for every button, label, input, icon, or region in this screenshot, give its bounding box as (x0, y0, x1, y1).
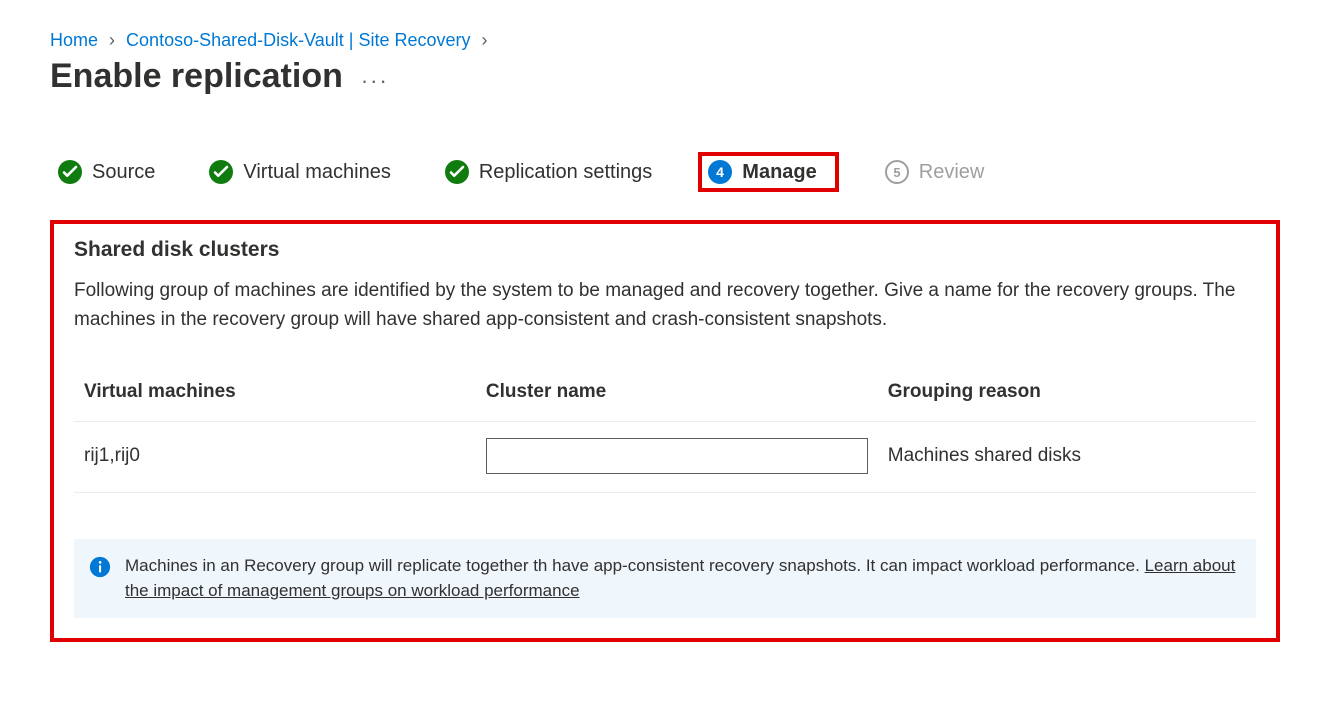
cluster-name-input[interactable] (486, 438, 868, 474)
tab-label: Source (92, 161, 155, 184)
tab-label: Virtual machines (243, 161, 390, 184)
breadcrumb: Home › Contoso-Shared-Disk-Vault | Site … (50, 30, 1280, 51)
tab-source[interactable]: Source (50, 156, 163, 188)
column-header-vm: Virtual machines (74, 381, 476, 422)
table-row: rij1,rij0 Machines shared disks (74, 421, 1256, 492)
tab-label: Manage (742, 161, 816, 184)
breadcrumb-home[interactable]: Home (50, 30, 98, 50)
cell-vm: rij1,rij0 (74, 421, 476, 492)
column-header-cluster: Cluster name (476, 381, 878, 422)
column-header-reason: Grouping reason (878, 381, 1256, 422)
panel-heading: Shared disk clusters (74, 238, 1256, 262)
info-banner: Machines in an Recovery group will repli… (74, 539, 1256, 618)
wizard-tabs: Source Virtual machines Replication sett… (50, 152, 1280, 192)
tab-label: Review (919, 161, 985, 184)
info-text: Machines in an Recovery group will repli… (125, 556, 1145, 575)
chevron-right-icon: › (103, 30, 121, 50)
breadcrumb-vault[interactable]: Contoso-Shared-Disk-Vault | Site Recover… (126, 30, 470, 50)
page-title: Enable replication (50, 57, 343, 96)
checkmark-icon (209, 160, 233, 184)
step-number-icon: 5 (885, 160, 909, 184)
shared-disk-clusters-panel: Shared disk clusters Following group of … (50, 220, 1280, 642)
checkmark-icon (445, 160, 469, 184)
chevron-right-icon: › (476, 30, 494, 50)
checkmark-icon (58, 160, 82, 184)
tab-virtual-machines[interactable]: Virtual machines (201, 156, 398, 188)
info-icon (89, 556, 111, 578)
svg-text:4: 4 (716, 164, 724, 180)
tab-manage[interactable]: 4 Manage (698, 152, 838, 192)
tab-replication-settings[interactable]: Replication settings (437, 156, 660, 188)
cell-reason: Machines shared disks (878, 421, 1256, 492)
clusters-table: Virtual machines Cluster name Grouping r… (74, 381, 1256, 493)
step-number-icon: 4 (708, 160, 732, 184)
panel-description: Following group of machines are identifi… (74, 276, 1256, 335)
tab-label: Replication settings (479, 161, 652, 184)
tab-review[interactable]: 5 Review (877, 156, 993, 188)
info-text-container: Machines in an Recovery group will repli… (125, 554, 1237, 603)
more-actions-button[interactable]: ··· (361, 70, 389, 92)
svg-text:5: 5 (893, 165, 900, 180)
cell-cluster (476, 421, 878, 492)
